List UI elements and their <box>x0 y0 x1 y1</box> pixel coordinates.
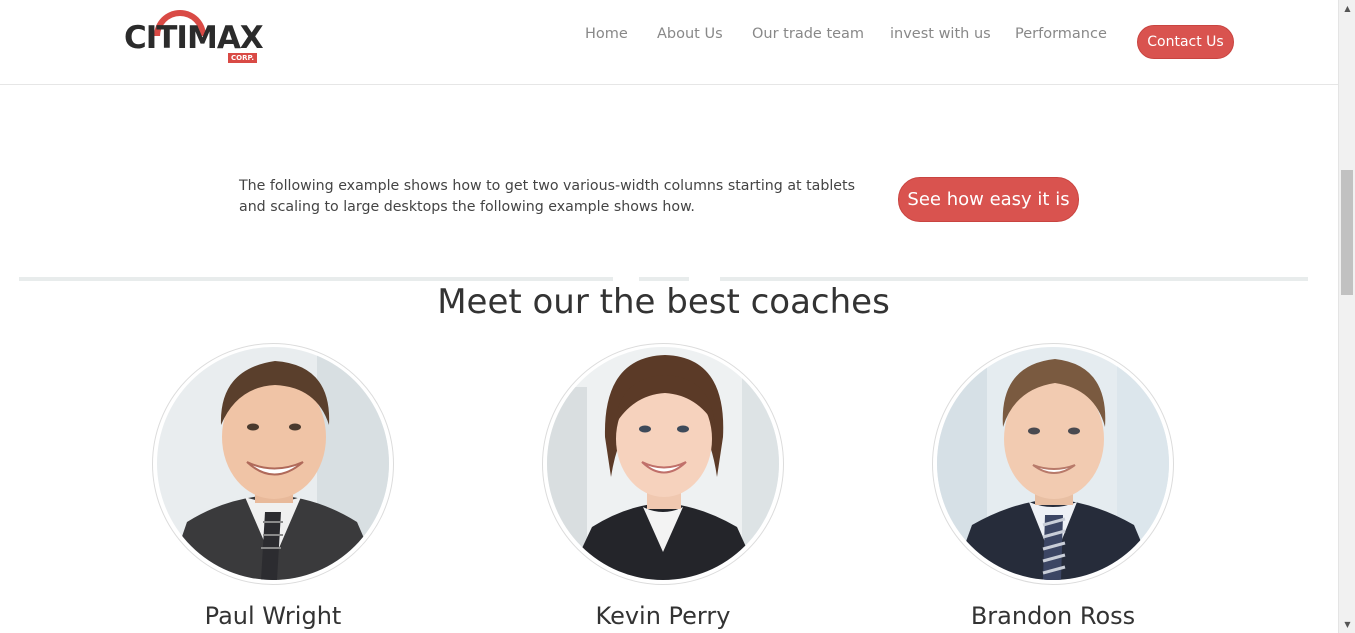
nav-home[interactable]: Home <box>585 26 628 42</box>
scroll-up-arrow-icon[interactable]: ▲ <box>1339 0 1355 17</box>
nav-performance[interactable]: Performance <box>1015 26 1107 42</box>
coach-name: Brandon Ross <box>970 602 1136 630</box>
scroll-down-arrow-icon[interactable]: ▼ <box>1339 616 1355 633</box>
page-scrollbar[interactable]: ▲ ▼ <box>1338 0 1355 633</box>
logo-text: CITIMAX <box>124 20 264 56</box>
site-header: CITIMAX CORP. Home About Us Our trade te… <box>0 0 1338 85</box>
logo-corp-badge: CORP. <box>228 53 257 63</box>
scrollbar-thumb[interactable] <box>1341 170 1353 295</box>
nav-our-trade-team[interactable]: Our trade team <box>752 26 864 42</box>
see-how-easy-button[interactable]: See how easy it is <box>898 177 1079 222</box>
coach-name: Paul Wright <box>204 602 342 630</box>
nav-invest-with-us[interactable]: invest with us <box>890 26 991 42</box>
citimax-logo[interactable]: CITIMAX CORP. <box>124 8 264 64</box>
coach-name: Kevin Perry <box>595 602 731 630</box>
intro-text: The following example shows how to get t… <box>239 178 855 215</box>
coach-photo-paul-wright <box>157 347 389 580</box>
coach-photo-brandon-ross <box>937 347 1169 580</box>
nav-about-us[interactable]: About Us <box>657 26 723 42</box>
coach-photo-kevin-perry <box>547 347 779 580</box>
contact-us-button[interactable]: Contact Us <box>1137 25 1234 59</box>
section-title: Meet our the best coaches <box>437 282 890 322</box>
